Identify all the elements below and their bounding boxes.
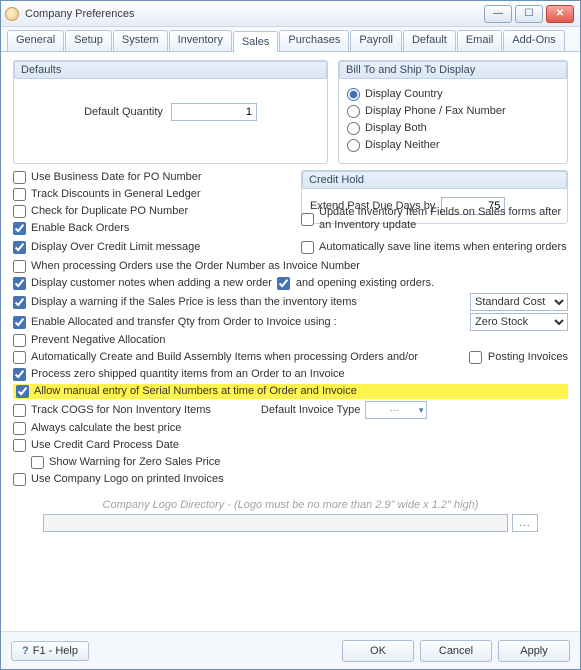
tab-email[interactable]: Email [457, 30, 503, 51]
group-header-bill-ship: Bill To and Ship To Display [339, 61, 567, 79]
help-button[interactable]: ? F1 - Help [11, 641, 89, 661]
tabs-bar: General Setup System Inventory Sales Pur… [1, 27, 580, 52]
chk-display-cust-notes[interactable] [13, 277, 26, 290]
chk-prevent-neg-alloc[interactable] [13, 334, 26, 347]
chk-duplicate-po[interactable] [13, 205, 26, 218]
footer: ? F1 - Help OK Cancel Apply [1, 631, 580, 669]
window-title: Company Preferences [25, 8, 484, 20]
chk-use-business-date[interactable] [13, 171, 26, 184]
radio-display-country[interactable] [347, 88, 360, 101]
chk-allow-manual-serial[interactable] [16, 385, 29, 398]
help-icon: ? [22, 645, 29, 657]
tab-inventory[interactable]: Inventory [169, 30, 232, 51]
logo-note: Company Logo Directory - (Logo must be n… [13, 499, 568, 511]
default-quantity-input[interactable] [171, 103, 257, 121]
tab-setup[interactable]: Setup [65, 30, 112, 51]
radio-display-phone[interactable] [347, 105, 360, 118]
tab-payroll[interactable]: Payroll [350, 30, 402, 51]
chk-warn-zero-price[interactable] [31, 456, 44, 469]
select-zero-stock[interactable]: Zero Stock [470, 313, 568, 331]
chk-enable-allocated[interactable] [13, 316, 26, 329]
ok-button[interactable]: OK [342, 640, 414, 662]
apply-button[interactable]: Apply [498, 640, 570, 662]
select-cost-basis[interactable]: Standard Cost [470, 293, 568, 311]
default-invoice-type-label: Default Invoice Type [261, 403, 360, 418]
radio-display-neither[interactable] [347, 139, 360, 152]
chk-warn-less-inventory[interactable] [13, 296, 26, 309]
chk-auto-build-assembly[interactable] [13, 351, 26, 364]
chk-posting-invoices[interactable] [469, 351, 482, 364]
ellipsis-icon: ⋯ [390, 403, 399, 418]
chk-track-cogs[interactable] [13, 404, 26, 417]
group-defaults: Defaults Default Quantity [13, 60, 328, 164]
tab-addons[interactable]: Add-Ons [503, 30, 564, 51]
tab-purchases[interactable]: Purchases [279, 30, 349, 51]
chk-and-opening[interactable] [277, 277, 290, 290]
chk-order-as-invoice[interactable] [13, 260, 26, 273]
chevron-down-icon: ▾ [419, 403, 424, 418]
chk-track-discounts[interactable] [13, 188, 26, 201]
tab-sales[interactable]: Sales [233, 31, 279, 52]
window-company-preferences: Company Preferences — ☐ ✕ General Setup … [0, 0, 581, 670]
chk-display-over-credit[interactable] [13, 241, 26, 254]
browse-button[interactable]: ... [512, 514, 538, 532]
default-invoice-type-combo[interactable]: ⋯ ▾ [365, 401, 427, 419]
group-bill-ship: Bill To and Ship To Display Display Coun… [338, 60, 568, 164]
tab-default[interactable]: Default [403, 30, 456, 51]
app-icon [5, 7, 19, 21]
chk-always-best-price[interactable] [13, 422, 26, 435]
chk-cc-process-date[interactable] [13, 439, 26, 452]
minimize-button[interactable]: — [484, 5, 512, 23]
chk-auto-save-lines[interactable] [301, 241, 314, 254]
chk-enable-back-orders[interactable] [13, 222, 26, 235]
group-header-defaults: Defaults [14, 61, 327, 79]
chk-process-zero-shipped[interactable] [13, 368, 26, 381]
chk-update-inv-fields[interactable] [301, 213, 314, 226]
tab-system[interactable]: System [113, 30, 168, 51]
close-button[interactable]: ✕ [546, 5, 574, 23]
group-header-credit-hold: Credit Hold [302, 171, 567, 189]
logo-path-input[interactable] [43, 514, 508, 532]
tab-general[interactable]: General [7, 30, 64, 51]
maximize-button[interactable]: ☐ [515, 5, 543, 23]
radio-display-both[interactable] [347, 122, 360, 135]
chk-use-company-logo[interactable] [13, 473, 26, 486]
cancel-button[interactable]: Cancel [420, 640, 492, 662]
titlebar: Company Preferences — ☐ ✕ [1, 1, 580, 27]
default-quantity-label: Default Quantity [84, 106, 163, 118]
